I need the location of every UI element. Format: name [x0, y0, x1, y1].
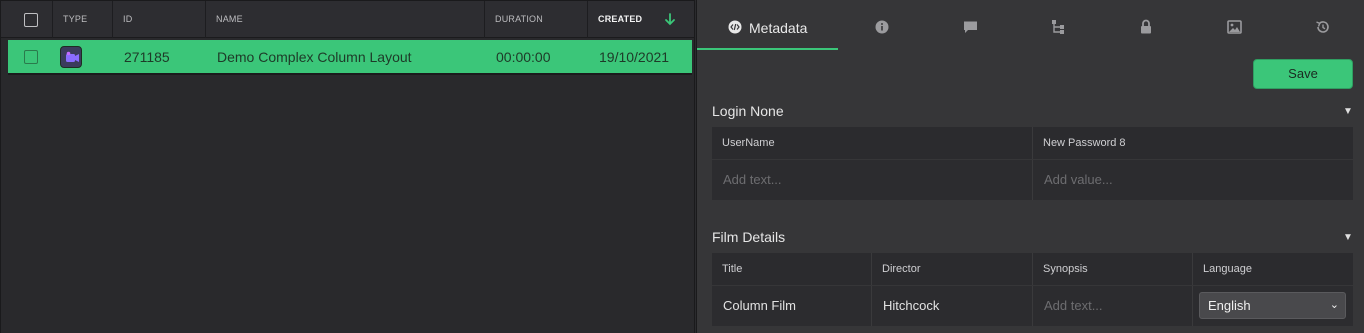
- table-row[interactable]: 271185 Demo Complex Column Layout 00:00:…: [8, 40, 692, 75]
- column-header-created-label: CREATED: [598, 14, 643, 24]
- film-header-language: Language: [1193, 253, 1353, 285]
- tab-hierarchy[interactable]: [1014, 0, 1102, 50]
- column-header-created[interactable]: CREATED: [588, 1, 694, 38]
- film-director-field[interactable]: Hitchcock: [872, 286, 1033, 326]
- column-header-name-label: NAME: [216, 14, 243, 24]
- code-icon: [728, 20, 742, 34]
- comment-icon: [964, 21, 977, 33]
- video-icon: [60, 46, 82, 68]
- username-input[interactable]: Add text...: [712, 160, 1033, 200]
- collapse-login-icon[interactable]: ▼: [1343, 106, 1353, 117]
- section-title-film: Film Details: [712, 229, 786, 245]
- film-title-field[interactable]: Column Film: [712, 286, 872, 326]
- history-icon: [1316, 21, 1329, 33]
- select-all-checkbox[interactable]: [24, 13, 38, 27]
- panel-tabs: Metadata: [697, 0, 1364, 50]
- tab-metadata-label: Metadata: [749, 20, 808, 36]
- film-header-synopsis: Synopsis: [1033, 253, 1193, 285]
- language-select-value: English: [1208, 298, 1251, 313]
- image-icon: [1227, 20, 1242, 34]
- row-name: Demo Complex Column Layout: [217, 49, 412, 65]
- film-synopsis-field[interactable]: Add text...: [1033, 286, 1193, 326]
- arrow-down-icon[interactable]: [664, 13, 676, 27]
- tab-security[interactable]: [1102, 0, 1190, 50]
- column-header-duration[interactable]: DURATION: [485, 1, 588, 38]
- tab-comments[interactable]: [926, 0, 1014, 50]
- column-header-id-label: ID: [123, 14, 133, 24]
- info-icon: [875, 20, 889, 34]
- lock-icon: [1141, 19, 1151, 34]
- film-header-title: Title: [712, 253, 872, 285]
- tab-metadata[interactable]: Metadata: [697, 0, 838, 50]
- chevron-down-icon: ⌄: [1329, 299, 1339, 311]
- row-id: 271185: [124, 49, 170, 65]
- table-header: TYPE ID NAME DURATION CREATED: [1, 1, 694, 38]
- section-title-login: Login None: [712, 103, 784, 119]
- column-header-type[interactable]: TYPE: [53, 1, 113, 38]
- login-header-username: UserName: [712, 127, 1033, 159]
- column-header-name[interactable]: NAME: [206, 1, 485, 38]
- tab-history[interactable]: [1278, 0, 1364, 50]
- password-input[interactable]: Add value...: [1033, 160, 1353, 200]
- row-duration: 00:00:00: [496, 49, 551, 65]
- film-header-director: Director: [872, 253, 1033, 285]
- column-header-type-label: TYPE: [63, 14, 88, 24]
- column-header-id[interactable]: ID: [113, 1, 206, 38]
- tab-info[interactable]: [838, 0, 926, 50]
- tab-images[interactable]: [1190, 0, 1278, 50]
- metadata-panel: Metadata Save Login None ▼ UserName New …: [696, 0, 1364, 333]
- save-button[interactable]: Save: [1253, 59, 1353, 89]
- language-select[interactable]: English ⌄: [1199, 292, 1346, 319]
- hierarchy-icon: [1052, 20, 1064, 34]
- column-header-duration-label: DURATION: [495, 14, 543, 24]
- collapse-film-icon[interactable]: ▼: [1343, 232, 1353, 243]
- select-all-column: [1, 1, 53, 38]
- row-checkbox[interactable]: [24, 50, 38, 64]
- login-header-password: New Password 8: [1033, 127, 1353, 159]
- table-empty-area: [1, 75, 694, 333]
- results-table: TYPE ID NAME DURATION CREATED 271185 Dem…: [0, 0, 695, 333]
- row-created: 19/10/2021: [599, 49, 670, 65]
